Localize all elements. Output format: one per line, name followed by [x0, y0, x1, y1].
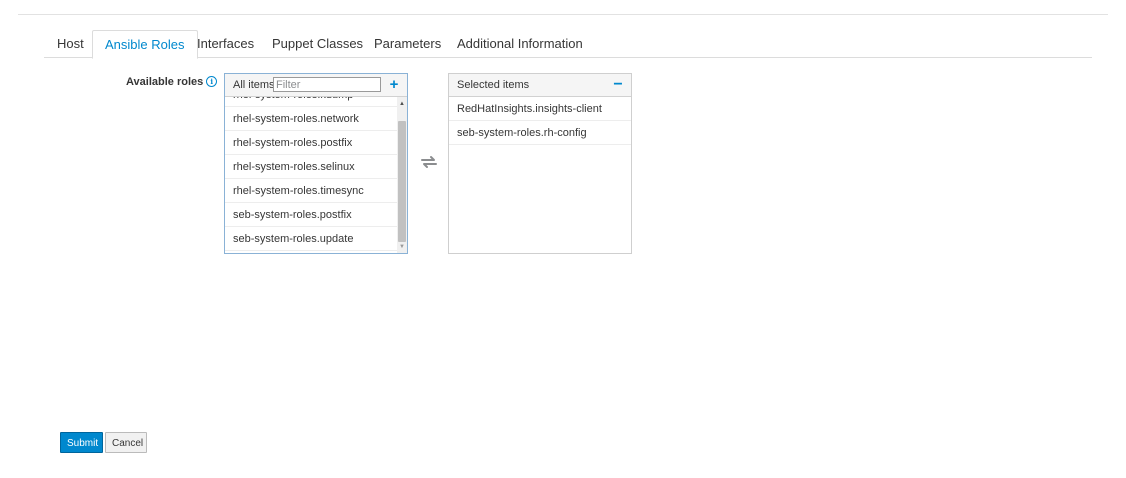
list-item[interactable]: RedHatInsights.insights-client [449, 97, 631, 121]
available-items-title: All items [233, 79, 275, 91]
tab-puppet-classes[interactable]: Puppet Classes [272, 30, 363, 57]
scroll-down-arrow-icon[interactable]: ▼ [397, 242, 407, 252]
list-item[interactable]: rhel-system-roles.timesync [225, 179, 397, 203]
available-roles-label: Available roles i [126, 76, 218, 88]
selected-items-list[interactable]: RedHatInsights.insights-client seb-syste… [449, 97, 631, 253]
list-item[interactable]: seb-system-roles.update [225, 227, 397, 251]
selected-items-title: Selected items [457, 79, 530, 91]
list-item[interactable]: rhel-system-roles.postfix [225, 131, 397, 155]
list-item[interactable]: seb-system-roles.rh-config [449, 121, 631, 145]
available-items-pane: All items + rhel-system-roles.kdump rhel… [224, 73, 408, 254]
list-item[interactable]: rhel-system-roles.selinux [225, 155, 397, 179]
scroll-up-arrow-icon[interactable]: ▲ [397, 99, 407, 109]
scroll-thumb[interactable] [398, 121, 406, 242]
submit-button[interactable]: Submit [60, 432, 103, 453]
cancel-button[interactable]: Cancel [105, 432, 147, 453]
available-items-list[interactable]: rhel-system-roles.kdump rhel-system-role… [225, 97, 397, 253]
tab-interfaces[interactable]: Interfaces [197, 30, 254, 57]
exchange-icon[interactable] [420, 155, 438, 169]
tab-parameters[interactable]: Parameters [374, 30, 441, 57]
list-item[interactable]: seb-system-roles.postfix [225, 203, 397, 227]
tab-additional-information[interactable]: Additional Information [457, 30, 583, 57]
plus-icon[interactable]: + [387, 77, 401, 93]
tab-host[interactable]: Host [57, 30, 84, 57]
tab-ansible-roles[interactable]: Ansible Roles [92, 30, 198, 59]
list-item[interactable]: rhel-system-roles.kdump [225, 97, 397, 107]
info-circle-icon[interactable]: i [206, 76, 218, 87]
available-roles-label-text: Available roles [126, 76, 204, 88]
minus-icon[interactable]: − [611, 77, 625, 93]
selected-items-pane: Selected items − RedHatInsights.insights… [448, 73, 632, 254]
list-item[interactable]: rhel-system-roles.network [225, 107, 397, 131]
available-items-scrollbar[interactable]: ▲ ▼ [397, 97, 407, 253]
filter-input[interactable] [273, 77, 381, 92]
selected-items-header: Selected items − [449, 74, 631, 97]
top-divider [18, 14, 1108, 15]
tab-bar: Host Ansible Roles Interfaces Puppet Cla… [44, 30, 1092, 59]
available-items-header: All items + [225, 74, 407, 97]
